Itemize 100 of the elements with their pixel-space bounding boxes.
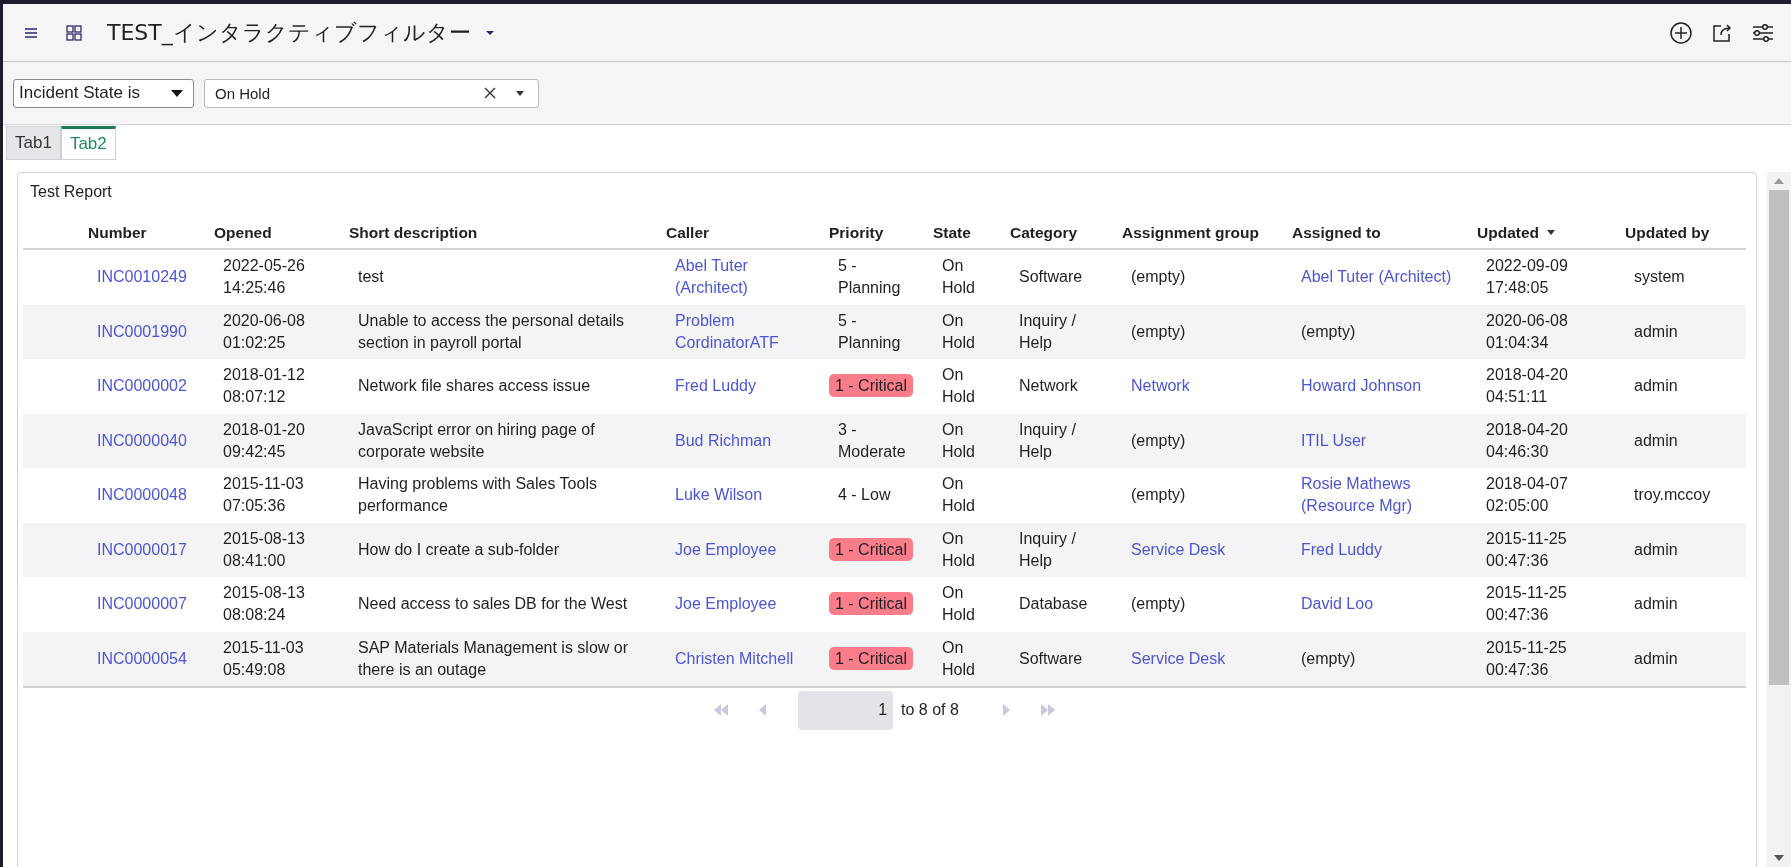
record-link[interactable]: Service Desk	[1131, 647, 1226, 670]
table-cell: 4 - Low	[838, 486, 891, 504]
table-cell: How do I create a sub-folder	[358, 540, 559, 558]
caret-icon	[516, 90, 524, 96]
record-link[interactable]: Joe Employee	[675, 538, 777, 561]
table-cell: Inquiry / Help	[1019, 420, 1076, 460]
priority-badge: 1 - Critical	[829, 374, 913, 398]
record-link[interactable]: INC0000017	[97, 538, 187, 561]
scrollbar[interactable]	[1767, 172, 1791, 867]
table-cell: system	[1634, 268, 1685, 286]
table-cell: 2015-11-25 00:47:36	[1486, 638, 1567, 678]
table-cell: (empty)	[1131, 431, 1186, 449]
table-cell: 2015-08-13 08:41:00	[223, 529, 305, 569]
record-link[interactable]: Network	[1131, 375, 1190, 398]
table-cell: admin	[1634, 322, 1678, 340]
table-cell: 2015-11-25 00:47:36	[1486, 529, 1567, 569]
table-cell: Network	[1019, 377, 1078, 395]
sort-caret-icon[interactable]	[1547, 230, 1555, 235]
scroll-thumb[interactable]	[1769, 190, 1789, 685]
column-header[interactable]: Priority	[829, 223, 884, 242]
column-header[interactable]: Assignment group	[1122, 223, 1259, 242]
table-cell: Unable to access the personal details section in payroll portal	[358, 311, 624, 351]
column-header[interactable]: Assigned to	[1292, 223, 1381, 242]
table-cell: SAP Materials Management is slow or there is an outage	[358, 638, 629, 678]
table-cell: 2022-09-09 17:48:05	[1486, 257, 1568, 297]
table-cell: Network file shares access issue	[358, 377, 591, 395]
record-link[interactable]: Service Desk	[1131, 538, 1226, 561]
scroll-up-icon[interactable]	[1774, 178, 1784, 184]
table-cell: On Hold	[942, 420, 975, 460]
table-cell: JavaScript error on hiring page of corporate website	[358, 420, 595, 460]
table-cell: 2020-06-08 01:04:34	[1486, 311, 1568, 351]
table-cell: 2018-01-12 08:07:12	[223, 366, 305, 406]
table-cell: 2015-11-25 00:47:36	[1486, 584, 1567, 624]
table-cell: Software	[1019, 649, 1083, 667]
table-cell: On Hold	[942, 366, 975, 406]
record-link[interactable]: Abel Tuter (Architect)	[1301, 266, 1452, 289]
priority-badge: 1 - Critical	[829, 646, 913, 670]
table-cell: 2018-04-20 04:46:30	[1486, 420, 1568, 460]
record-link[interactable]: Problem CordinatorATF	[675, 309, 815, 354]
record-link[interactable]: Fred Luddy	[1301, 538, 1382, 561]
record-link[interactable]: Rosie Mathews (Resource Mgr)	[1301, 473, 1463, 518]
table-cell: admin	[1634, 540, 1678, 558]
record-link[interactable]: Christen Mitchell	[675, 647, 794, 670]
table-cell: (empty)	[1131, 322, 1186, 340]
close-icon[interactable]	[484, 87, 496, 99]
column-header[interactable]: Updated	[1477, 223, 1555, 242]
table-cell: 2018-01-20 09:42:45	[223, 420, 305, 460]
record-link[interactable]: Joe Employee	[675, 593, 777, 616]
column-header[interactable]: Number	[88, 223, 147, 242]
column-header[interactable]: Category	[1010, 223, 1078, 242]
table-cell: (empty)	[1131, 486, 1186, 504]
table-cell: On Hold	[942, 257, 975, 297]
tab[interactable]: Tab1	[6, 126, 61, 160]
table-cell: 5 - Planning	[838, 311, 901, 351]
table-cell: On Hold	[942, 311, 975, 351]
record-link[interactable]: INC0000054	[97, 647, 187, 670]
column-header[interactable]: Opened	[214, 223, 272, 242]
page-range: to 8 of 8	[901, 701, 959, 719]
table-cell: troy.mccoy	[1634, 486, 1711, 504]
record-link[interactable]: INC0000002	[97, 375, 187, 398]
column-header[interactable]: State	[933, 223, 971, 242]
table-cell: 2015-11-03 07:05:36	[223, 475, 304, 515]
table-cell: admin	[1634, 377, 1678, 395]
filter-value-field[interactable]: On Hold	[204, 78, 539, 108]
record-link[interactable]: INC0001990	[97, 320, 187, 343]
record-link[interactable]: INC0010249	[97, 266, 187, 289]
column-header[interactable]: Updated by	[1625, 223, 1710, 242]
record-link[interactable]: Howard Johnson	[1301, 375, 1422, 398]
record-link[interactable]: Fred Luddy	[675, 375, 756, 398]
table-cell: 2015-08-13 08:08:24	[223, 584, 305, 624]
table-cell: 2018-04-20 04:51:11	[1486, 366, 1568, 406]
priority-badge: 1 - Critical	[829, 537, 913, 561]
record-link[interactable]: INC0000007	[97, 593, 187, 616]
record-link[interactable]: INC0000048	[97, 484, 187, 507]
record-link[interactable]: Bud Richman	[675, 429, 772, 452]
table-cell: 2015-11-03 05:49:08	[223, 638, 304, 678]
table-cell: test	[358, 268, 384, 286]
record-link[interactable]: David Loo	[1301, 593, 1374, 616]
table-cell: Having problems with Sales Tools performance	[358, 475, 597, 515]
table-cell: 3 - Moderate	[838, 420, 906, 460]
record-link[interactable]: ITIL User	[1301, 429, 1367, 452]
table-cell: On Hold	[942, 475, 975, 515]
table-cell: 5 - Planning	[838, 257, 901, 297]
table-cell: (empty)	[1131, 268, 1186, 286]
record-link[interactable]: INC0000040	[97, 429, 187, 452]
page-number-field[interactable]: 1	[798, 690, 894, 730]
table-cell: 2022-05-26 14:25:46	[223, 257, 305, 297]
scroll-down-icon[interactable]	[1774, 855, 1784, 861]
table-cell: (empty)	[1131, 595, 1186, 613]
column-header[interactable]: Short description	[349, 223, 478, 242]
filter-field-select[interactable]: Incident State is	[13, 78, 194, 108]
column-header[interactable]: Caller	[666, 223, 710, 242]
table-cell: Database	[1019, 595, 1088, 613]
tab[interactable]: Tab2	[60, 126, 116, 160]
table-cell: (empty)	[1301, 649, 1356, 667]
record-link[interactable]: Abel Tuter (Architect)	[675, 255, 815, 300]
page-title: TEST_インタラクティブフィルター	[107, 18, 471, 48]
record-link[interactable]: Luke Wilson	[675, 484, 763, 507]
table-cell: Inquiry / Help	[1019, 529, 1076, 569]
priority-badge: 1 - Critical	[829, 592, 913, 616]
